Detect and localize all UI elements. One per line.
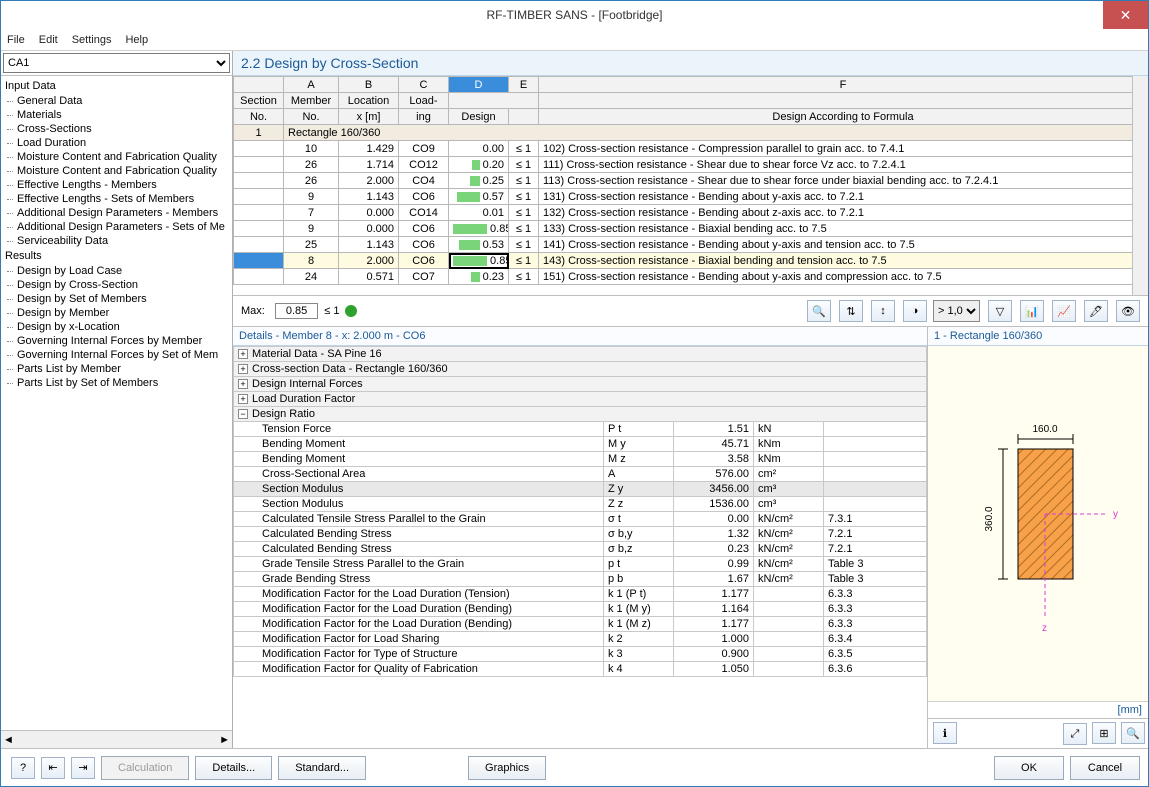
tree-item[interactable]: Additional Design Parameters - Sets of M… [1,220,232,234]
menubar: File Edit Settings Help [1,29,1148,51]
tree-item[interactable]: Design by Set of Members [1,292,232,306]
tool-5[interactable]: 📊 [1020,300,1044,322]
tree-item[interactable]: Design by Load Case [1,264,232,278]
tree-item[interactable]: Moisture Content and Fabrication Quality [1,150,232,164]
tree-item[interactable]: Effective Lengths - Sets of Members [1,192,232,206]
dim-h: 360.0 [984,506,995,531]
tool-eye[interactable]: 👁 [1116,300,1140,322]
max-value: 0.85 [275,303,318,319]
graphics-button[interactable]: Graphics [468,756,546,780]
navigator-tree[interactable]: Input DataGeneral DataMaterialsCross-Sec… [1,76,232,730]
tool-6[interactable]: 📈 [1052,300,1076,322]
tree-item[interactable]: Governing Internal Forces by Set of Mem [1,348,232,362]
tree-item[interactable]: Design by Cross-Section [1,278,232,292]
tree-item[interactable]: Design by x-Location [1,320,232,334]
tree-item[interactable]: Moisture Content and Fabrication Quality [1,164,232,178]
tree-item[interactable]: General Data [1,94,232,108]
titlebar: RF-TIMBER SANS - [Footbridge] ✕ [1,1,1148,29]
app-window: RF-TIMBER SANS - [Footbridge] ✕ File Edi… [0,0,1149,787]
tool-filter[interactable]: ▽ [988,300,1012,322]
nav-next-icon[interactable]: ⇥ [71,757,95,779]
bottom-bar: ? ⇤ ⇥ Calculation Details... Standard...… [1,748,1148,786]
tree-item[interactable]: Cross-Sections [1,122,232,136]
results-grid[interactable]: ABCDEFSectionMemberLocationLoad-No.No.x … [233,76,1148,296]
preview-tool-2[interactable]: ⊞ [1092,722,1116,744]
help-icon[interactable]: ? [11,757,35,779]
case-selector[interactable]: CA1 [3,53,230,73]
details-button[interactable]: Details... [195,756,272,780]
preview-tool-3[interactable]: 🔍 [1121,722,1145,744]
section-header: 2.2 Design by Cross-Section [233,51,1148,76]
tree-scrollbar-x[interactable]: ◄► [1,730,232,748]
tool-7[interactable]: 🖊 [1084,300,1108,322]
menu-help[interactable]: Help [125,34,148,46]
max-summary-row: Max: 0.85 ≤ 1 🔍 ⇅ ↕ ◑ > 1,0 ▽ 📊 📈 🖊 👁 [233,296,1148,327]
details-header: Details - Member 8 - x: 2.000 m - CO6 [233,327,927,346]
svg-text:y: y [1113,509,1118,520]
tree-item[interactable]: Effective Lengths - Members [1,178,232,192]
tool-3[interactable]: ↕ [871,300,895,322]
dim-w: 160.0 [1032,424,1057,435]
preview-title: 1 - Rectangle 160/360 [928,327,1148,346]
preview-pane: 1 - Rectangle 160/360 [928,327,1148,748]
max-le: ≤ 1 [324,305,339,317]
tool-1[interactable]: 🔍 [807,300,831,322]
window-title: RF-TIMBER SANS - [Footbridge] [486,8,662,22]
tree-item[interactable]: Parts List by Set of Members [1,376,232,390]
tree-item[interactable]: Serviceability Data [1,234,232,248]
nav-prev-icon[interactable]: ⇤ [41,757,65,779]
tree-item[interactable]: Load Duration [1,136,232,150]
svg-text:z: z [1042,623,1047,634]
menu-file[interactable]: File [7,34,25,46]
tree-item[interactable]: Design by Member [1,306,232,320]
tool-2[interactable]: ⇅ [839,300,863,322]
tree-item[interactable]: Governing Internal Forces by Member [1,334,232,348]
navigator-panel: CA1 Input DataGeneral DataMaterialsCross… [1,51,233,748]
preview-tool-1[interactable]: ⤢ [1063,723,1087,745]
close-button[interactable]: ✕ [1103,1,1148,29]
filter-select[interactable]: > 1,0 [933,300,980,322]
ok-button[interactable]: OK [994,756,1064,780]
tree-item[interactable]: Additional Design Parameters - Members [1,206,232,220]
tree-item[interactable]: Parts List by Member [1,362,232,376]
cancel-button[interactable]: Cancel [1070,756,1140,780]
menu-edit[interactable]: Edit [39,34,58,46]
standard-button[interactable]: Standard... [278,756,366,780]
calculation-button[interactable]: Calculation [101,756,189,780]
tree-item[interactable]: Materials [1,108,232,122]
preview-canvas[interactable]: 160.0 360.0 y z [928,346,1148,701]
preview-unit: [mm] [928,701,1148,718]
check-ok-icon [345,305,357,317]
tool-4[interactable]: ◑ [903,300,927,322]
preview-info-icon[interactable]: ℹ [933,722,957,744]
menu-settings[interactable]: Settings [72,34,112,46]
details-pane: Details - Member 8 - x: 2.000 m - CO6 +M… [233,327,928,748]
max-label: Max: [241,305,265,317]
grid-scrollbar-v[interactable] [1132,76,1148,295]
